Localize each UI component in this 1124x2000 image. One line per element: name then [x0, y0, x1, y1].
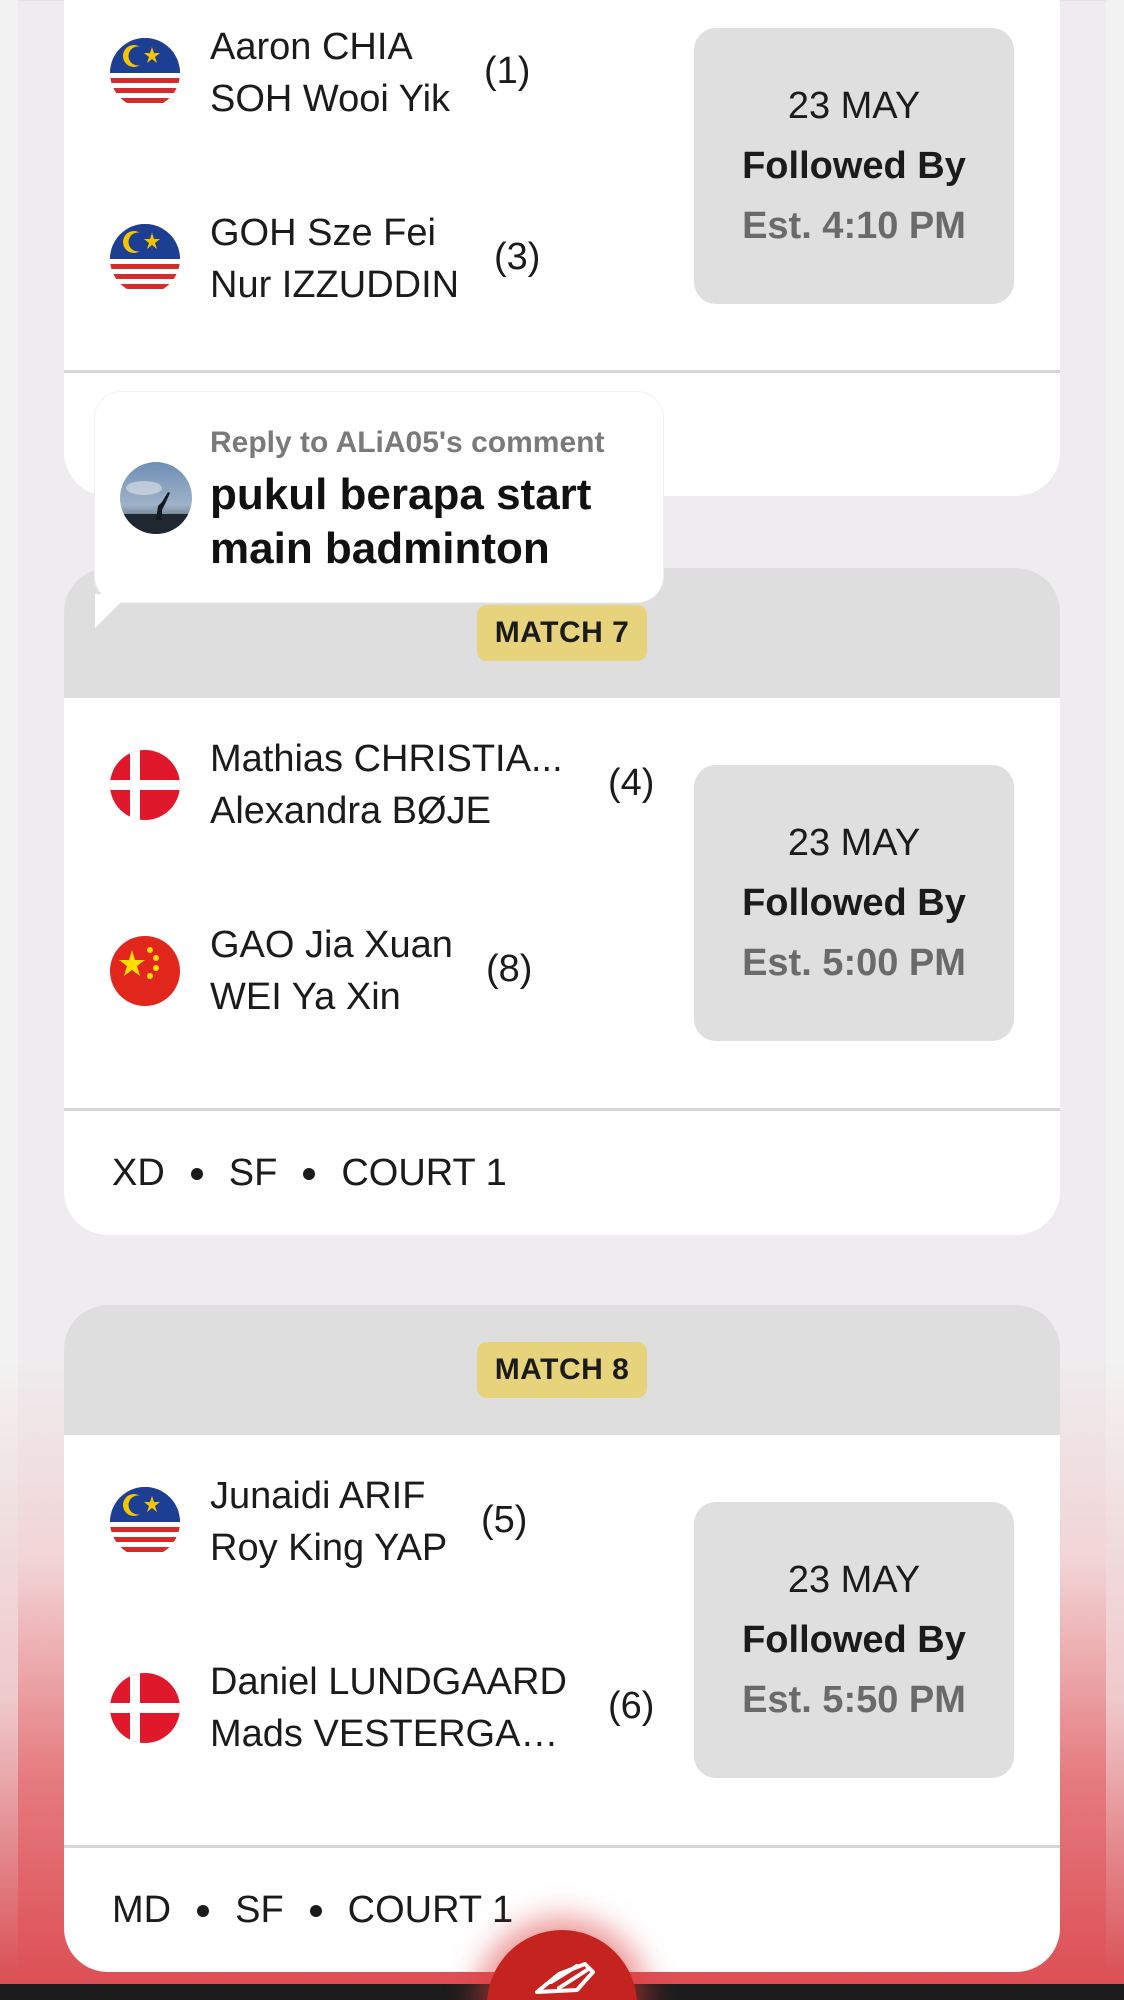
court-label: COURT 1: [347, 1889, 514, 1931]
shuttlecock-icon: [535, 1962, 595, 1994]
round-label: SF: [235, 1889, 284, 1931]
round-label: SF: [228, 1152, 278, 1194]
match-footer: MD SF COURT 1: [112, 1889, 513, 1932]
malaysia-flag-icon: [110, 1487, 180, 1557]
player-name: Nur IZZUDDIN: [210, 264, 460, 306]
schedule-date: 23 MAY: [787, 85, 921, 127]
denmark-flag-icon: [110, 1673, 180, 1743]
avatar[interactable]: [120, 462, 192, 534]
seed-label: (1): [484, 50, 531, 92]
schedule-box: 23 MAY Followed By Est. 4:10 PM: [694, 28, 1014, 304]
match-footer: XD SF COURT 1: [112, 1152, 507, 1195]
schedule-est: Est. 5:50 PM: [742, 1679, 966, 1721]
event-label: MD: [112, 1889, 172, 1931]
team-row: GOH Sze Fei Nur IZZUDDIN: [110, 212, 459, 306]
separator-dot: [197, 1904, 210, 1917]
schedule-est: Est. 5:00 PM: [742, 942, 966, 984]
divider: [64, 370, 1060, 373]
court-label: COURT 1: [341, 1152, 507, 1194]
china-flag-icon: [110, 936, 180, 1006]
match-card-8[interactable]: MATCH 8 Junaidi ARIF Roy King YAP (5) Da…: [64, 1305, 1060, 1972]
schedule-box: 23 MAY Followed By Est. 5:50 PM: [694, 1502, 1014, 1778]
divider: [64, 1845, 1060, 1848]
schedule-followed: Followed By: [742, 1619, 966, 1661]
match-badge: MATCH 7: [476, 605, 648, 661]
schedule-followed: Followed By: [742, 145, 966, 187]
reply-bubble-tail: [95, 594, 129, 628]
schedule-date: 23 MAY: [787, 822, 921, 864]
match-badge: MATCH 8: [476, 1342, 648, 1398]
team-row: Junaidi ARIF Roy King YAP: [110, 1475, 447, 1569]
schedule-est: Est. 4:10 PM: [742, 205, 966, 247]
match-header: MATCH 8: [64, 1305, 1060, 1435]
right-edge: [1106, 0, 1124, 2000]
seed-label: (6): [608, 1685, 655, 1727]
player-name: Aaron CHIA: [210, 26, 413, 68]
player-name: Daniel LUNDGAARD: [210, 1661, 567, 1703]
event-label: XD: [112, 1152, 165, 1194]
player-name: Alexandra BØJE: [210, 790, 491, 832]
player-name: GAO Jia Xuan: [210, 924, 453, 966]
player-name: Mads VESTERGAA...: [210, 1713, 570, 1755]
team-row: Daniel LUNDGAARD Mads VESTERGAA...: [110, 1661, 570, 1755]
separator-dot: [309, 1904, 322, 1917]
player-name: GOH Sze Fei: [210, 212, 436, 254]
left-edge: [0, 0, 18, 2000]
schedule-followed: Followed By: [742, 882, 966, 924]
player-name: Junaidi ARIF: [210, 1475, 426, 1517]
reply-text: pukul berapa start main badminton: [210, 470, 592, 573]
denmark-flag-icon: [110, 750, 180, 820]
seed-label: (4): [608, 762, 655, 804]
team-row: GAO Jia Xuan WEI Ya Xin: [110, 924, 453, 1018]
seed-label: (8): [486, 948, 533, 990]
malaysia-flag-icon: [110, 224, 180, 294]
reply-comment-bubble[interactable]: Reply to ALiA05's comment pukul berapa s…: [95, 392, 663, 602]
player-name: SOH Wooi Yik: [210, 78, 451, 120]
reply-meta: Reply to ALiA05's comment: [210, 426, 605, 459]
player-name: WEI Ya Xin: [210, 976, 401, 1018]
schedule-date: 23 MAY: [787, 1559, 921, 1601]
player-name: Mathias CHRISTIA...: [210, 738, 563, 780]
malaysia-flag-icon: [110, 38, 180, 108]
separator-dot: [303, 1167, 316, 1180]
team-row: Aaron CHIA SOH Wooi Yik: [110, 26, 450, 120]
team-row: Mathias CHRISTIA... Alexandra BØJE: [110, 738, 563, 832]
divider: [64, 1108, 1060, 1111]
player-name: Roy King YAP: [210, 1527, 448, 1569]
seed-label: (5): [481, 1499, 528, 1541]
schedule-box: 23 MAY Followed By Est. 5:00 PM: [694, 765, 1014, 1041]
match-card-7[interactable]: MATCH 7 Mathias CHRISTIA... Alexandra BØ…: [64, 568, 1060, 1235]
seed-label: (3): [494, 236, 541, 278]
separator-dot: [190, 1167, 203, 1180]
